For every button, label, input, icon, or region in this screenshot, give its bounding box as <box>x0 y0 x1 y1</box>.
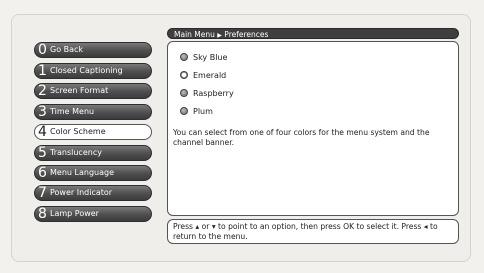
menu-label: Screen Format <box>50 86 109 95</box>
menu-item-time-menu[interactable]: 3 Time Menu <box>34 104 152 120</box>
option-label: Raspberry <box>193 89 234 98</box>
option-raspberry[interactable]: Raspberry <box>180 88 234 100</box>
option-label: Emerald <box>193 71 227 80</box>
menu-number: 6 <box>38 165 47 181</box>
options-panel: Sky Blue Emerald Raspberry Plum You can … <box>167 41 459 216</box>
menu-number: 1 <box>38 63 47 79</box>
help-text-part: Press <box>173 222 196 231</box>
menu-item-menu-language[interactable]: 6 Menu Language <box>34 165 152 181</box>
menu-item-translucency[interactable]: 5 Translucency <box>34 145 152 161</box>
menu-item-screen-format[interactable]: 2 Screen Format <box>34 83 152 99</box>
menu-label: Go Back <box>50 45 84 54</box>
menu-label: Translucency <box>50 148 102 157</box>
menu-label: Closed Captioning <box>50 66 123 75</box>
help-text-part: to point to an option, then press OK to … <box>215 222 424 231</box>
breadcrumb: Main Menu ▶ Preferences <box>167 28 459 39</box>
menu-item-lamp-power[interactable]: 8 Lamp Power <box>34 206 152 222</box>
menu-label: Color Scheme <box>50 127 106 136</box>
menu-number: 0 <box>38 42 47 58</box>
menu-label: Menu Language <box>50 168 114 177</box>
option-plum[interactable]: Plum <box>180 106 213 118</box>
menu-label: Time Menu <box>50 107 95 116</box>
option-sky-blue[interactable]: Sky Blue <box>180 52 227 64</box>
breadcrumb-root: Main Menu <box>174 30 215 39</box>
menu-number: 3 <box>38 104 47 120</box>
menu-item-go-back[interactable]: 0 Go Back <box>34 42 152 58</box>
help-text: Press ▴ or ▾ to point to an option, then… <box>167 219 459 244</box>
breadcrumb-separator-icon: ▶ <box>217 32 222 39</box>
breadcrumb-current: Preferences <box>224 30 269 39</box>
menu-number: 5 <box>38 145 47 161</box>
menu-number: 4 <box>38 124 47 140</box>
menu-label: Power Indicator <box>50 188 113 197</box>
menu-label: Lamp Power <box>50 209 99 218</box>
radio-icon <box>180 89 188 97</box>
menu-number: 2 <box>38 83 47 99</box>
radio-icon <box>180 107 188 115</box>
menu-number: 8 <box>38 206 47 222</box>
radio-icon <box>180 53 188 61</box>
menu-item-power-indicator[interactable]: 7 Power Indicator <box>34 185 152 201</box>
option-label: Sky Blue <box>193 53 228 62</box>
option-label: Plum <box>193 107 213 116</box>
menu-item-color-scheme[interactable]: 4 Color Scheme <box>34 124 152 140</box>
menu-number: 7 <box>38 185 47 201</box>
help-text-part: or <box>199 222 212 231</box>
menu-item-closed-captioning[interactable]: 1 Closed Captioning <box>34 63 152 79</box>
description-text: You can select from one of four colors f… <box>173 128 430 147</box>
option-emerald[interactable]: Emerald <box>180 70 226 82</box>
radio-selected-icon <box>180 71 188 79</box>
